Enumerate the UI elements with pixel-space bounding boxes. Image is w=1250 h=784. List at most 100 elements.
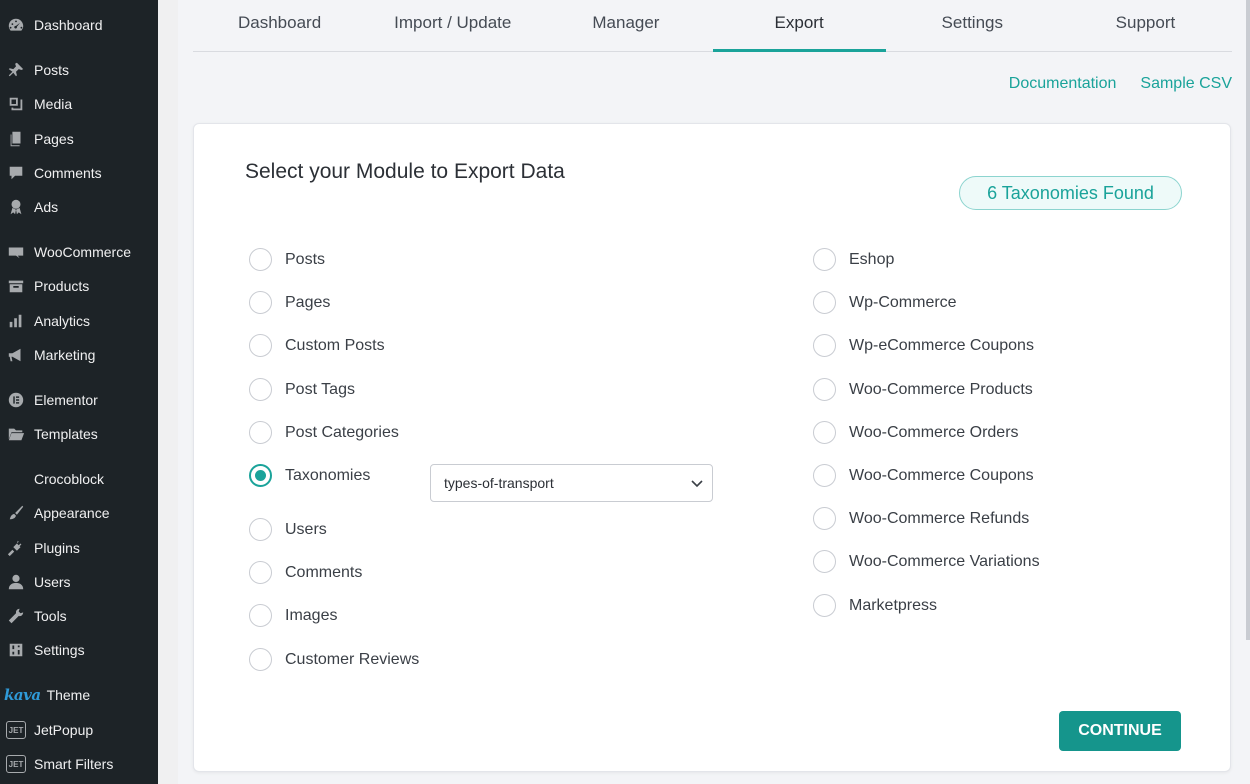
- option-comments[interactable]: Comments: [249, 561, 362, 584]
- sidebar-item-analytics[interactable]: Analytics: [0, 306, 158, 336]
- tab-export[interactable]: Export: [712, 0, 886, 52]
- option-woo-commerce-orders[interactable]: Woo-Commerce Orders: [813, 421, 1019, 444]
- continue-button[interactable]: CONTINUE: [1059, 711, 1181, 751]
- radio-button[interactable]: [813, 248, 836, 271]
- woo-icon: [6, 242, 26, 262]
- option-eshop[interactable]: Eshop: [813, 248, 894, 271]
- megaphone-icon: [6, 345, 26, 365]
- sidebar-item-templates[interactable]: Templates: [0, 419, 158, 449]
- option-woo-commerce-variations[interactable]: Woo-Commerce Variations: [813, 550, 1040, 573]
- option-label: Post Tags: [285, 380, 355, 398]
- sidebar-item-products[interactable]: Products: [0, 271, 158, 301]
- sidebar-item-pages[interactable]: Pages: [0, 124, 158, 154]
- tab-dashboard[interactable]: Dashboard: [193, 0, 366, 51]
- option-woo-commerce-refunds[interactable]: Woo-Commerce Refunds: [813, 507, 1029, 530]
- option-wp-commerce[interactable]: Wp-Commerce: [813, 291, 957, 314]
- option-label: Woo-Commerce Orders: [849, 423, 1019, 441]
- tab-import-update[interactable]: Import / Update: [366, 0, 539, 51]
- radio-button[interactable]: [813, 378, 836, 401]
- sidebar-item-label: WooCommerce: [34, 244, 131, 260]
- option-users[interactable]: Users: [249, 518, 327, 541]
- radio-button[interactable]: [813, 507, 836, 530]
- folder-icon: [6, 424, 26, 444]
- option-wp-ecommerce-coupons[interactable]: Wp-eCommerce Coupons: [813, 334, 1034, 357]
- sidebar-item-label: Analytics: [34, 313, 91, 329]
- option-posts[interactable]: Posts: [249, 248, 325, 271]
- sidebar-item-tools[interactable]: Tools: [0, 601, 158, 631]
- chevron-down-icon: [691, 480, 703, 488]
- radio-button[interactable]: [249, 561, 272, 584]
- elementor-icon: [6, 390, 26, 410]
- option-label: Posts: [285, 250, 326, 268]
- radio-button[interactable]: [249, 648, 272, 671]
- sidebar-item-label: Templates: [34, 426, 98, 442]
- option-images[interactable]: Images: [249, 604, 337, 627]
- taxonomy-select[interactable]: types-of-transport: [430, 464, 713, 502]
- sidebar-item-theme[interactable]: kava Theme: [0, 680, 158, 710]
- radio-button[interactable]: [249, 604, 272, 627]
- radio-button[interactable]: [813, 464, 836, 487]
- tab-manager[interactable]: Manager: [539, 0, 712, 51]
- archive-icon: [6, 276, 26, 296]
- option-post-categories[interactable]: Post Categories: [249, 421, 399, 444]
- sidebar-item-label: Plugins: [34, 540, 80, 556]
- option-woo-commerce-products[interactable]: Woo-Commerce Products: [813, 378, 1033, 401]
- sidebar-item-woocommerce[interactable]: WooCommerce: [0, 237, 158, 267]
- sidebar-item-dashboard[interactable]: Dashboard: [0, 10, 158, 40]
- option-post-tags[interactable]: Post Tags: [249, 378, 355, 401]
- award-icon: [6, 197, 26, 217]
- option-label: Wp-Commerce: [849, 293, 957, 311]
- sidebar-item-label: Ads: [34, 199, 59, 215]
- option-label: Comments: [285, 563, 363, 581]
- radio-button[interactable]: [813, 550, 836, 573]
- sidebar-item-label: Media: [34, 96, 73, 112]
- sidebar-item-users[interactable]: Users: [0, 567, 158, 597]
- sidebar-item-crocoblock[interactable]: Crocoblock: [0, 464, 158, 494]
- option-customer-reviews[interactable]: Customer Reviews: [249, 648, 419, 671]
- sidebar-item-jetpopup[interactable]: JET JetPopup: [0, 715, 158, 745]
- radio-button[interactable]: [813, 291, 836, 314]
- option-label: Eshop: [849, 250, 895, 268]
- sample-csv-link[interactable]: Sample CSV: [1140, 75, 1232, 93]
- radio-button[interactable]: [249, 421, 272, 444]
- option-custom-posts[interactable]: Custom Posts: [249, 334, 385, 357]
- radio-button[interactable]: [249, 291, 272, 314]
- radio-button[interactable]: [249, 518, 272, 541]
- radio-button[interactable]: [249, 378, 272, 401]
- card-title: Select your Module to Export Data: [245, 160, 565, 183]
- radio-button[interactable]: [813, 594, 836, 617]
- sidebar-item-marketing[interactable]: Marketing: [0, 340, 158, 370]
- sliders-icon: [6, 640, 26, 660]
- tab-settings[interactable]: Settings: [886, 0, 1059, 51]
- radio-button[interactable]: [249, 248, 272, 271]
- option-label: Pages: [285, 293, 331, 311]
- option-taxonomies[interactable]: Taxonomies: [249, 464, 370, 487]
- sidebar-item-label: Elementor: [34, 392, 98, 408]
- option-marketpress[interactable]: Marketpress: [813, 594, 937, 617]
- sidebar-item-appearance[interactable]: Appearance: [0, 498, 158, 528]
- sidebar-item-elementor[interactable]: Elementor: [0, 385, 158, 415]
- radio-button[interactable]: [249, 334, 272, 357]
- radio-button[interactable]: [813, 334, 836, 357]
- sidebar-item-label: Tools: [34, 608, 67, 624]
- option-pages[interactable]: Pages: [249, 291, 330, 314]
- sidebar-item-label: Smart Filters: [34, 756, 114, 772]
- jet-icon: JET: [6, 755, 26, 773]
- sidebar-item-label: Posts: [34, 62, 70, 78]
- documentation-link[interactable]: Documentation: [1009, 75, 1117, 93]
- option-woo-commerce-coupons[interactable]: Woo-Commerce Coupons: [813, 464, 1034, 487]
- sidebar-item-media[interactable]: Media: [0, 89, 158, 119]
- option-label: Post Categories: [285, 423, 399, 441]
- user-icon: [6, 572, 26, 592]
- radio-button[interactable]: [813, 421, 836, 444]
- page-scrollbar[interactable]: [1246, 0, 1250, 640]
- radio-button-checked[interactable]: [249, 464, 272, 487]
- sidebar-item-smart-filters[interactable]: JET Smart Filters: [0, 749, 158, 779]
- sidebar-item-posts[interactable]: Posts: [0, 55, 158, 85]
- sidebar-item-settings[interactable]: Settings: [0, 635, 158, 665]
- sidebar-item-comments[interactable]: Comments: [0, 158, 158, 188]
- sidebar-item-ads[interactable]: Ads: [0, 192, 158, 222]
- tab-support[interactable]: Support: [1059, 0, 1232, 51]
- sidebar-item-plugins[interactable]: Plugins: [0, 533, 158, 563]
- kava-logo: kava: [4, 686, 41, 704]
